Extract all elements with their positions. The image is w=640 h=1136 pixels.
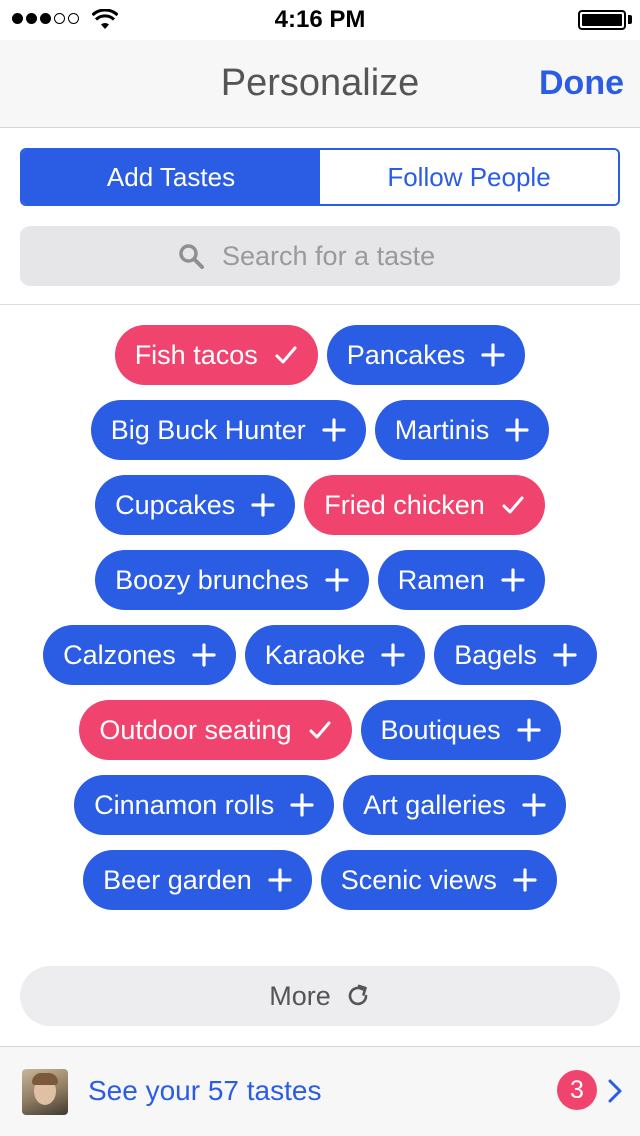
tag-row: Boozy brunches Ramen — [0, 550, 640, 610]
tag-row: Outdoor seating Boutiques — [0, 700, 640, 760]
taste-tag-label: Boozy brunches — [115, 564, 309, 595]
plus-icon — [290, 793, 314, 817]
taste-tag[interactable]: Big Buck Hunter — [90, 400, 366, 460]
plus-icon — [517, 718, 541, 742]
taste-tag[interactable]: Beer garden — [83, 850, 312, 910]
plus-icon — [325, 568, 349, 592]
taste-tag-label: Fried chicken — [324, 489, 485, 520]
taste-tag-label: Art galleries — [363, 789, 506, 820]
checkmark-icon — [308, 718, 332, 742]
taste-tag[interactable]: Outdoor seating — [79, 700, 352, 760]
tag-row: Calzones Karaoke Bagels — [0, 625, 640, 685]
taste-tag-label: Ramen — [397, 564, 485, 595]
taste-tag[interactable]: Karaoke — [244, 625, 426, 685]
see-tastes-link[interactable]: See your 57 tastes — [88, 1075, 321, 1107]
refresh-icon — [348, 984, 368, 1006]
search-icon — [179, 244, 204, 269]
taste-tag-label: Beer garden — [103, 864, 252, 895]
status-time: 4:16 PM — [274, 6, 366, 33]
checkmark-icon — [501, 493, 525, 517]
taste-tag[interactable]: Calzones — [43, 625, 236, 685]
plus-icon — [268, 868, 292, 892]
taste-tag[interactable]: Pancakes — [326, 325, 526, 385]
avatar — [22, 1069, 68, 1115]
taste-tag-label: Pancakes — [346, 339, 466, 370]
status-bar: 4:16 PM — [0, 0, 640, 40]
more-button[interactable]: More — [20, 966, 620, 1026]
taste-tag[interactable]: Martinis — [374, 400, 550, 460]
plus-icon — [553, 643, 577, 667]
segmented-control: Add Tastes Follow People — [20, 148, 620, 206]
checkmark-icon — [274, 343, 298, 367]
taste-tag[interactable]: Cinnamon rolls — [74, 775, 335, 835]
taste-tag-label: Cinnamon rolls — [94, 789, 275, 820]
taste-tag[interactable]: Ramen — [377, 550, 545, 610]
tab-add-tastes[interactable]: Add Tastes — [22, 150, 320, 204]
taste-tag-label: Outdoor seating — [99, 714, 292, 745]
taste-tag[interactable]: Boozy brunches — [95, 550, 369, 610]
tag-row: Cinnamon rolls Art galleries — [0, 775, 640, 835]
plus-icon — [481, 343, 505, 367]
tag-row: Beer garden Scenic views — [0, 850, 640, 910]
taste-tag-label: Big Buck Hunter — [110, 414, 306, 445]
taste-tag-label: Calzones — [63, 639, 176, 670]
tab-follow-people[interactable]: Follow People — [320, 150, 618, 204]
taste-tag-cloud: Fish tacos Pancakes Big Buck Hunter Martini… — [0, 325, 640, 925]
notification-badge: 3 — [557, 1070, 597, 1110]
taste-tag-label: Fish tacos — [134, 339, 258, 370]
plus-icon — [513, 868, 537, 892]
taste-tag[interactable]: Cupcakes — [95, 475, 296, 535]
taste-tag-label: Cupcakes — [115, 489, 236, 520]
taste-tag[interactable]: Bagels — [434, 625, 597, 685]
navigation-bar: Personalize Done — [0, 40, 640, 128]
plus-icon — [505, 418, 529, 442]
taste-tag[interactable]: Boutiques — [360, 700, 561, 760]
chevron-right-icon[interactable] — [607, 1078, 623, 1104]
tag-row: Big Buck Hunter Martinis — [0, 400, 640, 460]
taste-tag[interactable]: Fish tacos — [114, 325, 318, 385]
divider — [0, 304, 640, 305]
plus-icon — [251, 493, 275, 517]
plus-icon — [192, 643, 216, 667]
taste-tag[interactable]: Art galleries — [343, 775, 566, 835]
tag-row: Cupcakes Fried chicken — [0, 475, 640, 535]
taste-tag-label: Karaoke — [264, 639, 366, 670]
taste-tag[interactable]: Scenic views — [320, 850, 557, 910]
bottom-bar[interactable]: See your 57 tastes — [0, 1046, 640, 1136]
plus-icon — [381, 643, 405, 667]
more-label: More — [269, 980, 331, 1011]
plus-icon — [522, 793, 546, 817]
taste-tag-label: Martinis — [394, 414, 490, 445]
battery-icon — [578, 10, 626, 30]
taste-tag-label: Bagels — [454, 639, 537, 670]
taste-tag-label: Boutiques — [380, 714, 501, 745]
plus-icon — [501, 568, 525, 592]
search-bar[interactable] — [20, 226, 620, 286]
battery-tip — [628, 15, 632, 24]
taste-tag-label: Scenic views — [340, 864, 497, 895]
done-button[interactable]: Done — [539, 64, 624, 103]
search-input[interactable] — [222, 240, 462, 272]
tag-row: Fish tacos Pancakes — [0, 325, 640, 385]
taste-tag[interactable]: Fried chicken — [304, 475, 545, 535]
plus-icon — [322, 418, 346, 442]
